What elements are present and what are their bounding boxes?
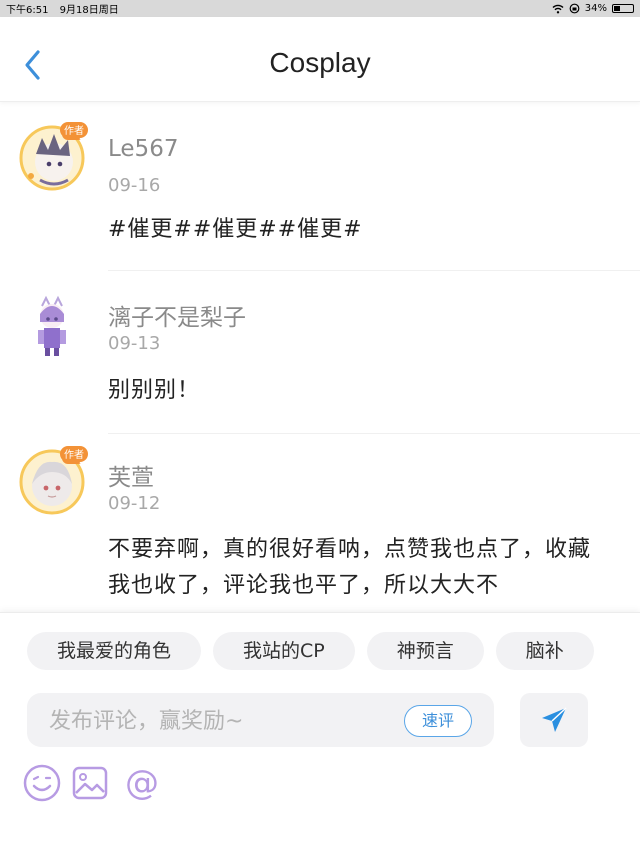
- emoji-icon[interactable]: [22, 763, 62, 803]
- mention-icon[interactable]: @: [122, 763, 162, 803]
- send-button[interactable]: [520, 693, 588, 747]
- comment-input[interactable]: [47, 693, 391, 749]
- comment-date: 09-12: [108, 493, 161, 514]
- quick-tag-chip[interactable]: 脑补: [495, 632, 594, 670]
- battery-fill: [614, 6, 620, 11]
- svg-text:@: @: [125, 763, 159, 803]
- comment-compose-panel: 我最爱的角色 我站的CP 神预言 脑补 速评 @: [0, 612, 640, 854]
- wifi-icon: [552, 4, 564, 13]
- comment-username[interactable]: 漓子不是梨子: [108, 298, 246, 332]
- quick-comment-button[interactable]: 速评: [404, 705, 472, 737]
- comment-content[interactable]: 别别别！: [108, 373, 613, 409]
- send-icon: [542, 707, 567, 732]
- nav-bar: Cosplay: [0, 17, 640, 102]
- comment-content[interactable]: 不要弃啊，真的很好看呐，点赞我也点了，收藏我也收了，评论我也平了，所以大大不: [108, 532, 613, 604]
- status-bar: 下午6:51 9月18日周日 34%: [0, 0, 640, 17]
- status-time: 下午6:51: [6, 5, 49, 16]
- status-date: 9月18日周日: [59, 5, 119, 16]
- comment-input-box: 速评: [27, 693, 494, 749]
- author-badge-label: 作者: [64, 449, 84, 461]
- orientation-lock-icon: [569, 3, 580, 14]
- page-title: Cosplay: [269, 47, 371, 78]
- quick-tag-chip[interactable]: 我站的CP: [213, 632, 355, 670]
- avatar-image: [20, 294, 84, 358]
- comment-date: 09-13: [108, 333, 161, 354]
- divider: [108, 270, 640, 271]
- quick-tag-chip[interactable]: 我最爱的角色: [27, 632, 202, 670]
- author-badge: 作者: [60, 122, 88, 138]
- battery-percent: 34%: [584, 3, 607, 14]
- avatar[interactable]: [18, 292, 86, 360]
- status-right: 34%: [552, 3, 634, 14]
- status-left: 下午6:51 9月18日周日: [6, 1, 127, 16]
- quick-tag-chip[interactable]: 神预言: [366, 632, 484, 670]
- comment-content[interactable]: #催更##催更##催更#: [108, 212, 613, 248]
- author-badge-label: 作者: [64, 125, 84, 137]
- quick-tag-list: 我最爱的角色 我站的CP 神预言 脑补: [27, 632, 594, 670]
- author-badge: 作者: [60, 446, 88, 462]
- comment-username[interactable]: Le567: [108, 136, 178, 162]
- image-icon[interactable]: [70, 763, 110, 803]
- battery-icon: [612, 4, 634, 13]
- comment-date: 09-16: [108, 175, 161, 196]
- divider: [108, 433, 640, 434]
- comment-username[interactable]: 芙萱: [108, 458, 154, 492]
